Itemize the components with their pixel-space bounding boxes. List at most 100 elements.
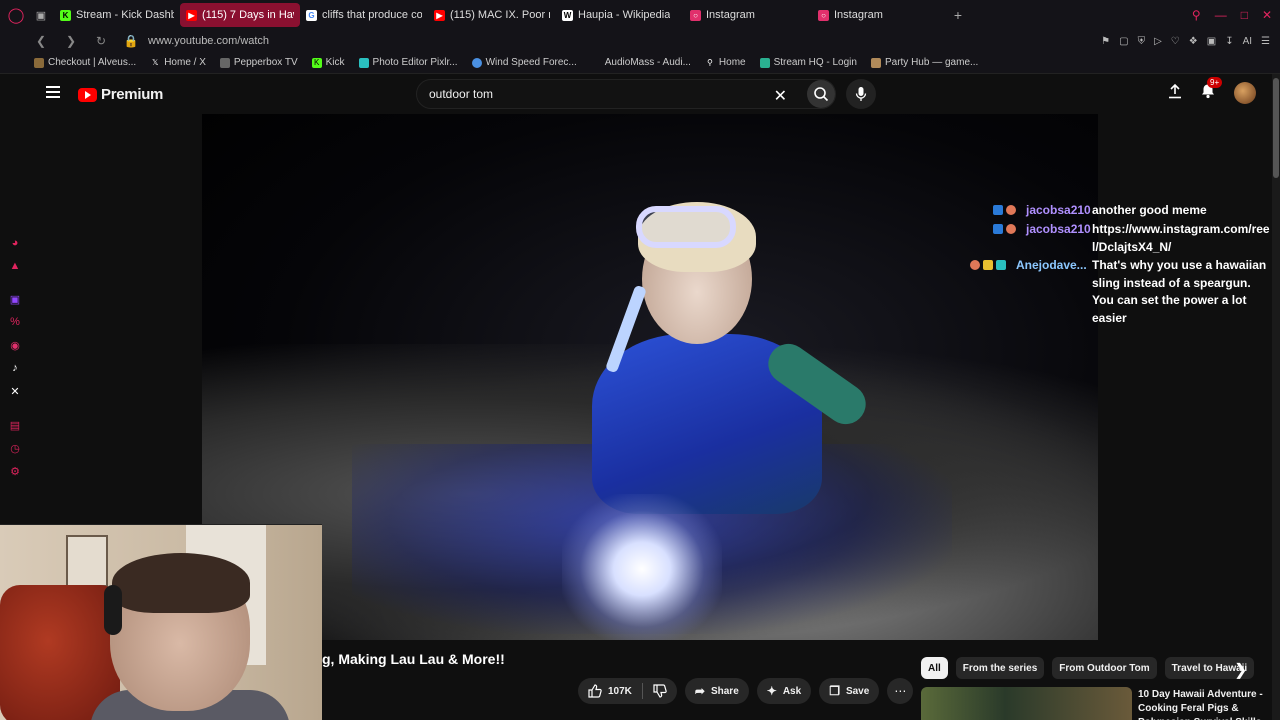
bookmark-party-hub[interactable]: Party Hub — game...: [870, 57, 978, 68]
menu-icon[interactable]: ☰: [1261, 36, 1270, 47]
upload-button[interactable]: [1168, 83, 1182, 104]
tab-manager-icon[interactable]: ▣: [32, 0, 50, 30]
more-actions-button[interactable]: ⋯: [887, 678, 914, 704]
reload-icon[interactable]: ↻: [92, 34, 110, 48]
browser-tab-bar: ◯ ▣ K Stream - Kick Dashboard ▶ (115) 7 …: [0, 0, 1280, 30]
share-label: Share: [710, 685, 739, 697]
pepperbox-icon: [219, 57, 230, 68]
bookmark-audiomass[interactable]: AudioMass - Audi...: [591, 57, 691, 68]
tab-youtube-hawaii[interactable]: ▶ (115) 7 Days in Hawaii:: [180, 3, 300, 27]
ask-button[interactable]: ✦ Ask: [756, 678, 812, 704]
maximize-icon[interactable]: □: [1241, 8, 1248, 22]
snapshot-icon[interactable]: ▢: [1119, 36, 1128, 47]
instagram-icon[interactable]: ◉: [8, 338, 22, 352]
chat-badge-icon: [996, 260, 1006, 270]
url-field[interactable]: www.youtube.com/watch: [148, 35, 269, 47]
x-icon[interactable]: ✕: [8, 384, 22, 398]
extensions-icon[interactable]: ❖: [1189, 36, 1198, 47]
avatar[interactable]: [1234, 82, 1256, 104]
recommendation-title[interactable]: 10 Day Hawaii Adventure - Cooking Feral …: [1138, 688, 1268, 720]
tab-youtube-mac[interactable]: ▶ (115) MAC IX. Poor man's: [428, 3, 556, 27]
chip-from-outdoor-tom[interactable]: From Outdoor Tom: [1052, 657, 1157, 679]
bookmark-pixlr[interactable]: Photo Editor Pixlr...: [358, 57, 458, 68]
chat-badge-icon: [1006, 205, 1016, 215]
new-tab-button[interactable]: +: [946, 7, 970, 23]
video-player[interactable]: [202, 114, 1098, 640]
search-input[interactable]: [429, 87, 769, 101]
search-button[interactable]: [807, 80, 835, 108]
download-icon[interactable]: ↧: [1225, 36, 1233, 47]
video-flashlight: [562, 494, 722, 640]
settings-icon[interactable]: ⚙: [8, 464, 22, 478]
opera-gx-icon[interactable]: ◯: [0, 0, 32, 30]
like-button[interactable]: 107K: [578, 678, 642, 704]
package-icon[interactable]: ▣: [1207, 36, 1216, 47]
page-scrollbar[interactable]: [1272, 74, 1280, 720]
dislike-button[interactable]: [643, 678, 677, 704]
recommendation-thumbnail[interactable]: [921, 687, 1132, 720]
save-button[interactable]: ❐ Save: [819, 678, 880, 704]
x-icon: 𝕏: [151, 58, 159, 67]
chat-badge-icon: [983, 260, 993, 270]
chat-username[interactable]: jacobsa210: [1026, 202, 1091, 220]
forward-icon[interactable]: ❯: [62, 34, 80, 48]
save-label: Save: [845, 685, 870, 697]
bookmark-home[interactable]: ⚲ Home: [705, 57, 746, 68]
tab-instagram-1[interactable]: ○ Instagram: [684, 3, 812, 27]
gx-corner-icon[interactable]: ▲: [8, 259, 22, 273]
bookmark-label: Checkout | Alveus...: [48, 57, 137, 68]
thumbs-down-icon: [653, 684, 667, 698]
wind-icon: [471, 57, 482, 68]
bookmark-label: Home: [718, 57, 746, 68]
chat-username[interactable]: jacobsa210: [1026, 221, 1091, 239]
close-icon[interactable]: ✕: [1262, 8, 1272, 22]
gx-control-icon[interactable]: ◕: [8, 236, 22, 250]
address-bar: ❮ ❯ ↻ 🔒 www.youtube.com/watch ⚑ ▢ ⛨ ▷ ♡ …: [0, 30, 1280, 52]
minimize-icon[interactable]: —: [1215, 8, 1227, 22]
scrollbar-thumb[interactable]: [1273, 78, 1279, 178]
bookmark-x-home[interactable]: 𝕏 Home / X: [150, 57, 206, 68]
tab-instagram-2[interactable]: ○ Instagram: [812, 3, 940, 27]
heart-icon[interactable]: ♡: [1171, 36, 1180, 47]
history-icon[interactable]: ▤: [8, 418, 22, 432]
chip-from-series[interactable]: From the series: [955, 657, 1045, 679]
webcam-overlay: [0, 524, 322, 720]
tab-google-search[interactable]: G cliffs that produce coal nat: [300, 3, 428, 27]
bookmark-pepperbox[interactable]: Pepperbox TV: [219, 57, 298, 68]
voice-search-button[interactable]: [846, 79, 876, 109]
kick-icon: K: [311, 57, 322, 68]
bookmark-kick[interactable]: K Kick: [311, 57, 345, 68]
bookmark-stream-hq[interactable]: Stream HQ - Login: [759, 57, 857, 68]
chip-all[interactable]: All: [921, 657, 948, 679]
bookmark-wind-speed[interactable]: Wind Speed Forec...: [471, 57, 577, 68]
percent-icon[interactable]: %: [8, 315, 22, 329]
pin-icon[interactable]: ⚑: [1101, 36, 1110, 47]
bookmark-checkout[interactable]: Checkout | Alveus...: [34, 57, 136, 68]
notifications-button[interactable]: 9+: [1200, 76, 1223, 104]
tab-wikipedia-haupia[interactable]: W Haupia - Wikipedia: [556, 3, 684, 27]
twitch-icon[interactable]: ▣: [8, 292, 22, 306]
tab-kick-dashboard[interactable]: K Stream - Kick Dashboard: [54, 3, 180, 27]
window-controls: ⚲ — □ ✕: [1192, 0, 1272, 30]
chat-text: That's why you use a hawaiian sling inst…: [1092, 258, 1267, 325]
back-icon[interactable]: ❮: [32, 34, 50, 48]
checkout-icon: [34, 57, 44, 68]
clear-search-icon[interactable]: ✕: [774, 86, 787, 106]
tiktok-icon[interactable]: ♪: [8, 361, 22, 375]
youtube-premium-logo[interactable]: Premium: [78, 86, 163, 103]
ai-icon[interactable]: AI: [1243, 36, 1252, 47]
guide-menu-icon[interactable]: [46, 86, 60, 98]
chat-badge-icon: [1006, 224, 1016, 234]
tab-label: Stream - Kick Dashboard: [76, 9, 174, 21]
chevron-right-icon[interactable]: ❯: [1234, 660, 1247, 680]
logo-text: Premium: [101, 86, 164, 103]
player-icon[interactable]: ▷: [1154, 36, 1162, 47]
chat-username[interactable]: Anejodave...: [1016, 257, 1087, 275]
search-icon[interactable]: ⚲: [1192, 8, 1201, 22]
bookmark-label: AudioMass - Audi...: [604, 57, 691, 68]
share-button[interactable]: ➦ Share: [684, 678, 749, 704]
clock-icon[interactable]: ◷: [8, 441, 22, 455]
bookmark-label: Home / X: [164, 57, 206, 68]
bookmark-label: Kick: [325, 57, 345, 68]
shield-icon[interactable]: ⛨: [1138, 36, 1146, 47]
